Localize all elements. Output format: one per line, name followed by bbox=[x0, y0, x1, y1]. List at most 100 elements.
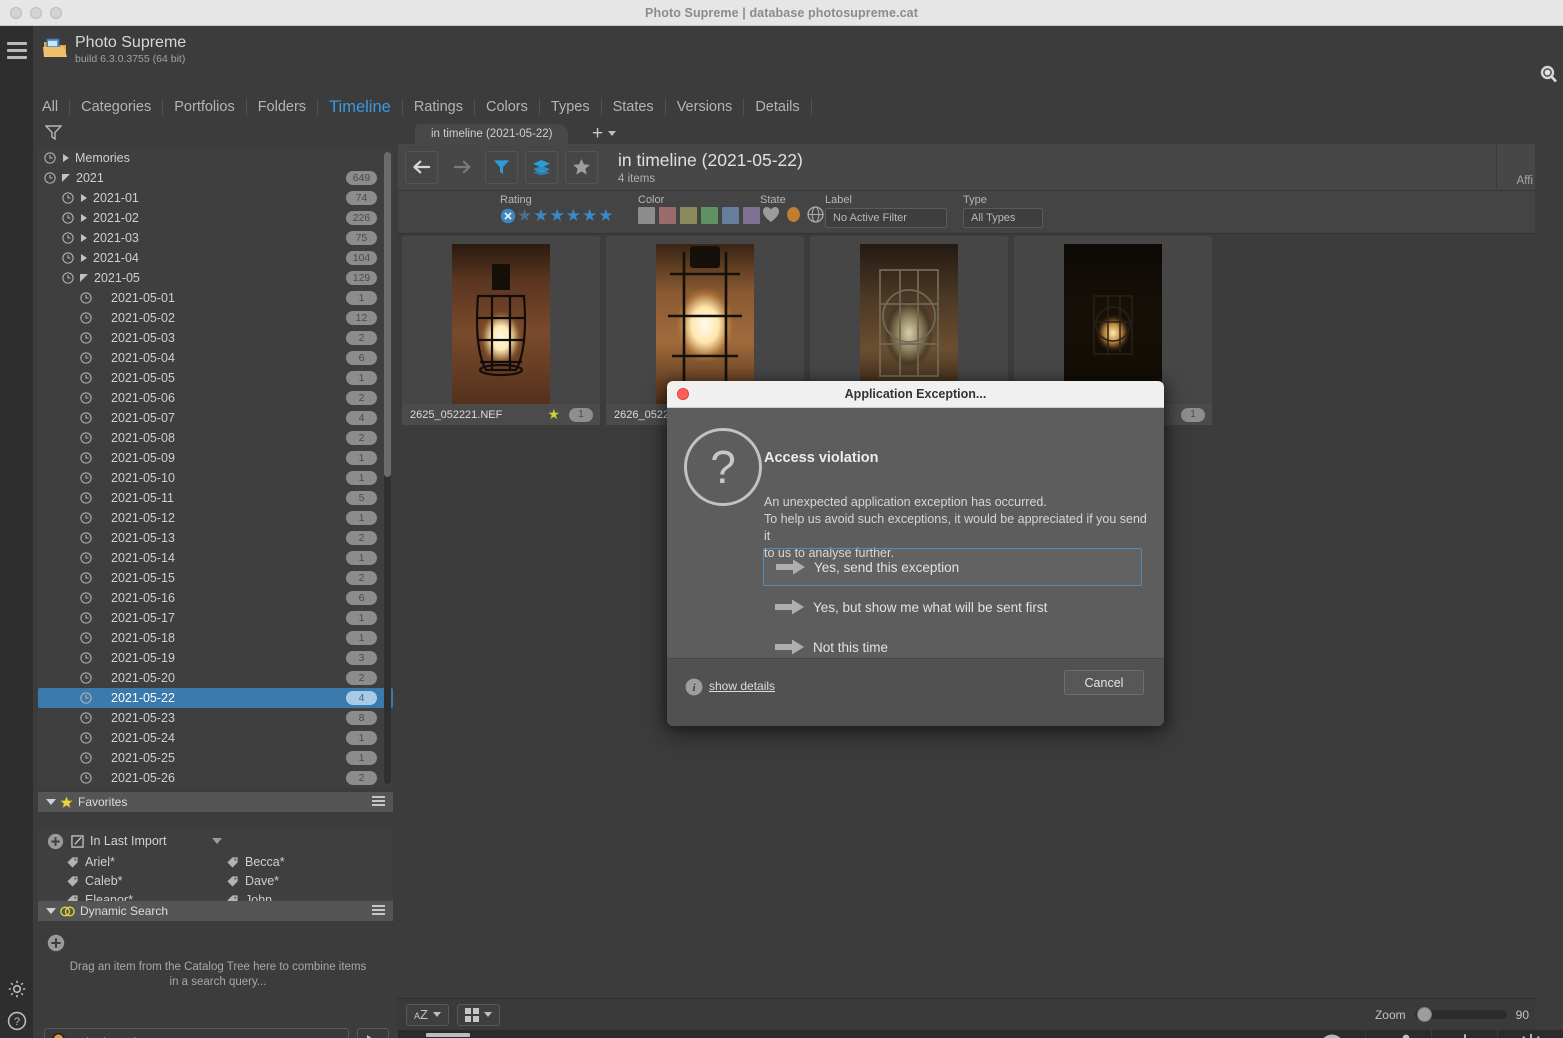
join-items-input[interactable]: Join these items bbox=[44, 1028, 349, 1038]
tree-item[interactable]: 2021-05-22 4 bbox=[38, 688, 393, 708]
tree-item[interactable]: 2021-05-13 2 bbox=[38, 528, 393, 548]
expand-triangle-icon[interactable] bbox=[81, 214, 87, 222]
dialog-option[interactable]: Yes, but show me what will be sent first bbox=[763, 588, 1142, 626]
color-filter-swatches[interactable] bbox=[638, 207, 760, 224]
menu-hamburger-icon[interactable] bbox=[7, 42, 27, 63]
view-mode-button[interactable] bbox=[456, 1003, 500, 1026]
forward-button[interactable] bbox=[445, 151, 478, 184]
add-search-item-icon[interactable] bbox=[47, 934, 65, 952]
add-tab-button[interactable]: + bbox=[592, 124, 617, 143]
tab-versions[interactable]: Versions bbox=[666, 98, 745, 116]
tree-item[interactable]: 2021-05-16 6 bbox=[38, 588, 393, 608]
tree-item[interactable]: 2021 649 bbox=[38, 168, 393, 188]
cancel-button[interactable]: Cancel bbox=[1064, 670, 1144, 695]
collapse-triangle-icon[interactable] bbox=[62, 174, 70, 182]
globe-icon[interactable] bbox=[807, 206, 824, 223]
tree-item[interactable]: 2021-03 75 bbox=[38, 228, 393, 248]
tree-item[interactable]: 2021-05-08 2 bbox=[38, 428, 393, 448]
tree-item[interactable]: 2021-05 129 bbox=[38, 268, 393, 288]
thumbnail-cell[interactable]: 2625_052221.NEF ★ 1 bbox=[402, 236, 600, 425]
edit-checkbox-icon[interactable] bbox=[71, 834, 84, 848]
rating-star-6[interactable]: ★ bbox=[598, 207, 613, 224]
tab-timeline[interactable]: Timeline bbox=[318, 98, 403, 116]
tree-item[interactable]: 2021-05-03 2 bbox=[38, 328, 393, 348]
tab-types[interactable]: Types bbox=[540, 98, 602, 116]
color-swatch-3[interactable] bbox=[680, 207, 697, 224]
tab-all[interactable]: All bbox=[40, 98, 71, 116]
favorite-item[interactable]: Becca* bbox=[226, 852, 386, 871]
tree-item[interactable]: 2021-05-14 1 bbox=[38, 548, 393, 568]
heart-icon[interactable] bbox=[762, 206, 780, 223]
favorites-filter-button[interactable] bbox=[565, 150, 598, 184]
tree-item[interactable]: 2021-05-12 1 bbox=[38, 508, 393, 528]
tree-item[interactable]: 2021-05-15 2 bbox=[38, 568, 393, 588]
state-filter-icons[interactable] bbox=[762, 206, 824, 223]
label-filter-dropdown[interactable]: No Active Filter bbox=[825, 208, 947, 228]
thumbnail-star-icon[interactable]: ★ bbox=[547, 406, 560, 423]
tree-item[interactable]: 2021-05-17 1 bbox=[38, 608, 393, 628]
rating-star-3[interactable]: ★ bbox=[550, 207, 565, 224]
oval-state-icon[interactable] bbox=[786, 206, 801, 223]
top-navigation-tabs[interactable]: All Categories Portfolios Folders Timeline Ra… bbox=[40, 94, 812, 120]
favorite-item[interactable]: Ariel* bbox=[66, 852, 226, 871]
catalog-tree[interactable]: Memories 2021 649 2021-01 74 2021-02 226 2021-0… bbox=[38, 148, 393, 788]
right-tool-group[interactable]: i bbox=[1299, 1030, 1563, 1038]
tree-item[interactable]: 2021-05-26 2 bbox=[38, 768, 393, 788]
rating-star-1[interactable]: ★ bbox=[517, 207, 532, 224]
zoom-slider[interactable] bbox=[1414, 1007, 1507, 1022]
tree-item[interactable]: 2021-05-09 1 bbox=[38, 448, 393, 468]
tab-ratings[interactable]: Ratings bbox=[403, 98, 475, 116]
tree-item[interactable]: 2021-05-07 4 bbox=[38, 408, 393, 428]
color-swatch-2[interactable] bbox=[659, 207, 676, 224]
tab-states[interactable]: States bbox=[602, 98, 666, 116]
filter-toggle-button[interactable] bbox=[485, 150, 518, 184]
show-details-link[interactable]: show details bbox=[709, 679, 775, 693]
favorite-item[interactable]: Caleb* bbox=[66, 871, 226, 890]
join-mode-icon[interactable] bbox=[51, 1032, 66, 1038]
rating-filter-stars[interactable]: ★ ★ ★ ★ ★ ★ bbox=[500, 207, 614, 224]
document-tabstrip[interactable]: in timeline (2021-05-22) + bbox=[395, 122, 1563, 144]
tab-categories[interactable]: Categories bbox=[70, 98, 164, 116]
tree-scrollbar[interactable] bbox=[384, 152, 391, 784]
color-swatch-4[interactable] bbox=[701, 207, 718, 224]
tree-item[interactable]: 2021-04 104 bbox=[38, 248, 393, 268]
tab-folders[interactable]: Folders bbox=[247, 98, 319, 116]
color-swatch-6[interactable] bbox=[743, 207, 760, 224]
tree-item[interactable]: 2021-05-05 1 bbox=[38, 368, 393, 388]
application-exception-dialog[interactable]: Application Exception... ? Access violat… bbox=[667, 381, 1164, 726]
rating-star-5[interactable]: ★ bbox=[582, 207, 597, 224]
expand-triangle-icon[interactable] bbox=[81, 194, 87, 202]
zoom-slider-knob[interactable] bbox=[1416, 1007, 1432, 1022]
in-last-import-row[interactable]: In Last Import bbox=[38, 830, 393, 852]
chevron-down-icon[interactable] bbox=[212, 838, 223, 844]
tree-item[interactable]: 2021-05-02 12 bbox=[38, 308, 393, 328]
tree-item[interactable]: 2021-05-24 1 bbox=[38, 728, 393, 748]
tree-item[interactable]: 2021-05-20 2 bbox=[38, 668, 393, 688]
rating-star-4[interactable]: ★ bbox=[566, 207, 581, 224]
favorites-menu-icon[interactable] bbox=[372, 796, 385, 808]
favorites-section-header[interactable]: Favorites bbox=[38, 792, 393, 812]
portal-tool[interactable] bbox=[1431, 1030, 1497, 1038]
tab-portfolios[interactable]: Portfolios bbox=[163, 98, 247, 116]
info-tool[interactable]: i bbox=[1299, 1030, 1365, 1038]
tree-item[interactable]: 2021-05-01 1 bbox=[38, 288, 393, 308]
search-icon[interactable] bbox=[1539, 64, 1559, 84]
stacks-button[interactable] bbox=[525, 150, 558, 184]
image-basket[interactable]: 0 bbox=[426, 1033, 472, 1038]
expand-triangle-icon[interactable] bbox=[81, 234, 87, 242]
tree-item[interactable]: 2021-05-23 8 bbox=[38, 708, 393, 728]
favorite-item[interactable]: Dave* bbox=[226, 871, 386, 890]
expand-triangle-icon[interactable] bbox=[63, 154, 69, 162]
rating-star-2[interactable]: ★ bbox=[533, 207, 548, 224]
tree-scrollbar-thumb[interactable] bbox=[384, 152, 391, 477]
light-table-tool[interactable] bbox=[1497, 1030, 1563, 1038]
tree-item[interactable]: 2021-05-06 2 bbox=[38, 388, 393, 408]
help-icon[interactable]: ? bbox=[6, 1010, 28, 1032]
tree-item[interactable]: 2021-05-10 1 bbox=[38, 468, 393, 488]
color-swatch-5[interactable] bbox=[722, 207, 739, 224]
collapse-triangle-icon[interactable] bbox=[80, 274, 88, 282]
filter-funnel-icon[interactable] bbox=[44, 124, 63, 141]
thumbnail-image[interactable] bbox=[452, 244, 550, 406]
tree-item[interactable]: 2021-05-25 1 bbox=[38, 748, 393, 768]
tree-item[interactable]: 2021-05-11 5 bbox=[38, 488, 393, 508]
